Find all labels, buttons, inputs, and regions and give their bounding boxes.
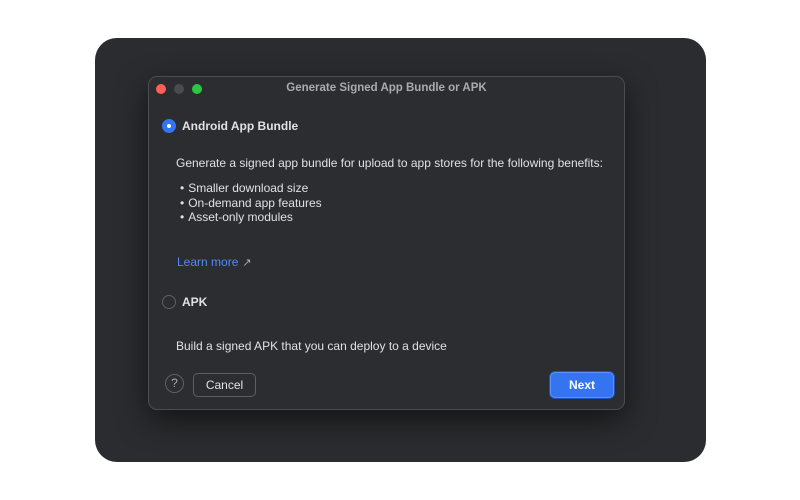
cancel-button[interactable]: Cancel <box>193 373 256 397</box>
generate-signed-dialog: Generate Signed App Bundle or APK Androi… <box>148 76 625 410</box>
android-app-bundle-radio[interactable] <box>162 119 176 133</box>
apk-label[interactable]: APK <box>182 295 207 309</box>
learn-more-link[interactable]: Learn more ↗ <box>177 255 252 269</box>
dialog-title: Generate Signed App Bundle or APK <box>286 82 487 94</box>
list-item: On-demand app features <box>180 196 321 211</box>
help-icon: ? <box>171 376 178 390</box>
bundle-description: Generate a signed app bundle for upload … <box>176 156 603 170</box>
next-button[interactable]: Next <box>550 372 614 398</box>
list-item: Smaller download size <box>180 181 322 196</box>
external-link-arrow-icon: ↗ <box>242 257 252 269</box>
apk-description: Build a signed APK that you can deploy t… <box>176 339 447 353</box>
learn-more-label: Learn more <box>177 255 239 269</box>
android-app-bundle-label[interactable]: Android App Bundle <box>182 119 298 133</box>
benefits-list: Smaller download size On-demand app feat… <box>180 181 322 225</box>
list-item: Asset-only modules <box>180 210 322 225</box>
title-bar: Generate Signed App Bundle or APK <box>149 77 624 101</box>
help-button[interactable]: ? <box>165 374 184 393</box>
apk-radio[interactable] <box>162 295 176 309</box>
